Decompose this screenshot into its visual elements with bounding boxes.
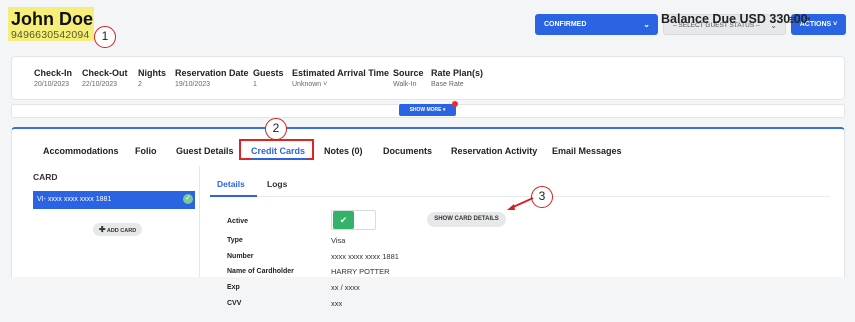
arrival-value: Unknown: [292, 81, 322, 88]
reservation-status-button[interactable]: CONFIRMED ⌄: [535, 14, 658, 35]
field-value: Walk-In: [393, 81, 417, 88]
field-value: Unknown ˅: [292, 81, 389, 88]
active-subtab-underline: [210, 195, 257, 197]
detail-label-number: Number: [227, 253, 254, 260]
field-label: Source: [393, 68, 424, 78]
subtab-logs[interactable]: Logs: [267, 179, 287, 189]
add-card-label: ADD CARD: [106, 228, 137, 234]
detail-label-cardholder: Name of Cardholder: [227, 268, 294, 275]
field-value: 20/10/2023: [34, 81, 70, 88]
field-check-in: Check-In 20/10/2023: [34, 68, 72, 88]
detail-value-number: xxxx xxxx xxxx 1881: [331, 252, 399, 261]
show-more-label: SHOW MORE: [409, 107, 442, 113]
tab-reservation-activity[interactable]: Reservation Activity: [451, 146, 537, 156]
field-value: Base Rate: [431, 81, 464, 88]
detail-label-exp: Exp: [227, 284, 240, 291]
field-label: Check-In: [34, 68, 73, 78]
detail-label-type: Type: [227, 237, 243, 244]
detail-value-type: Visa: [331, 236, 346, 245]
detail-value-cvv: xxx: [331, 299, 343, 308]
field-rate-plan: Rate Plan(s) Base Rate: [431, 68, 483, 88]
hamburger-menu-icon[interactable]: ≡: [789, 12, 797, 27]
callout-2: 2: [265, 118, 287, 140]
guest-name: John Doe: [11, 9, 94, 29]
field-value: 2: [138, 81, 142, 88]
field-value: 19/10/2023: [175, 81, 211, 88]
field-value: 22/10/2023: [82, 81, 118, 88]
field-label: Estimated Arrival Time: [292, 68, 390, 78]
tab-guest-details[interactable]: Guest Details: [176, 146, 234, 156]
active-tab-underline: [251, 158, 307, 160]
field-label: Reservation Date: [175, 68, 249, 78]
divider: [199, 166, 200, 277]
detail-label-active: Active: [227, 218, 249, 225]
tab-email-messages[interactable]: Email Messages: [552, 146, 622, 156]
tab-notes[interactable]: Notes (0): [324, 146, 363, 156]
plus-icon: ✚: [98, 225, 106, 234]
card-list-header: CARD: [33, 172, 58, 182]
field-source: Source Walk-In: [393, 68, 424, 88]
check-circle-icon: ✓: [183, 194, 193, 204]
field-guests: Guests 1: [253, 68, 284, 88]
card-list-item[interactable]: VI- xxxx xxxx xxxx 1881: [33, 191, 195, 209]
tab-folio[interactable]: Folio: [135, 146, 157, 156]
tab-documents[interactable]: Documents: [383, 146, 432, 156]
reservation-summary: Check-In 20/10/2023 Check-Out 22/10/2023…: [11, 56, 845, 100]
field-check-out: Check-Out 22/10/2023: [82, 68, 128, 88]
callout-1: 1: [94, 26, 116, 48]
notification-dot: [452, 101, 458, 107]
detail-label-cvv: CVV: [227, 300, 242, 307]
field-label: Check-Out: [82, 68, 128, 78]
field-value: 1: [253, 81, 257, 88]
field-label: Nights: [138, 68, 166, 78]
show-more-button[interactable]: SHOW MORE ▾: [399, 104, 456, 116]
balance-due: Balance Due USD 330.00: [661, 12, 808, 26]
chevron-down-icon: ˅: [323, 81, 328, 88]
field-label: Guests: [253, 68, 284, 78]
guest-phone: 9496630542094: [11, 29, 90, 41]
field-nights: Nights 2: [138, 68, 166, 88]
detail-value-exp: xx / xxxx: [331, 283, 360, 292]
field-arrival-time[interactable]: Estimated Arrival Time Unknown ˅: [292, 68, 389, 88]
highlight-box: [239, 139, 314, 160]
chevron-down-icon: ⌄: [643, 20, 650, 29]
chevron-down-icon: ▾: [442, 107, 446, 113]
field-reservation-date: Reservation Date 19/10/2023: [175, 68, 249, 88]
check-icon: ✔: [333, 211, 354, 229]
show-card-details-button[interactable]: SHOW CARD DETAILS: [427, 212, 506, 227]
subtab-details[interactable]: Details: [217, 179, 245, 189]
status-label: CONFIRMED: [544, 21, 587, 28]
tab-accommodations[interactable]: Accommodations: [43, 146, 119, 156]
add-card-button[interactable]: ✚ ADD CARD: [93, 223, 142, 236]
callout-arrow-icon: [507, 197, 534, 210]
detail-value-cardholder: HARRY POTTER: [331, 267, 390, 276]
chevron-down-icon: ˅: [833, 21, 838, 28]
field-label: Rate Plan(s): [431, 68, 484, 78]
chevron-down-icon[interactable]: ▾: [807, 15, 811, 23]
